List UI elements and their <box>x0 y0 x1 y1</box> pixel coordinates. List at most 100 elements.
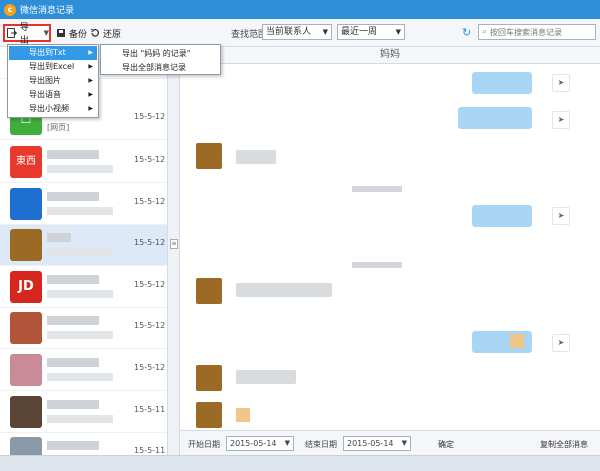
other-message-bubble[interactable] <box>236 283 332 297</box>
contact-row-selected[interactable]: 15-5-12 <box>0 225 167 266</box>
chevron-down-icon: ▼ <box>395 28 401 36</box>
avatar <box>196 143 222 169</box>
contact-name-blurred <box>47 233 71 242</box>
start-date-label: 开始日期 <box>188 440 220 449</box>
search-box[interactable]: ⌕ <box>478 24 596 40</box>
menu-item-export-all-records[interactable]: 导出全部消息记录 <box>102 61 219 74</box>
title-bar: c 微信消息记录 <box>0 0 600 19</box>
contact-name-blurred <box>47 192 99 201</box>
chevron-down-icon: ▼ <box>401 439 407 447</box>
chevron-right-icon: ▶ <box>88 49 93 56</box>
chat-bubble-icon[interactable]: ➤ <box>552 74 570 92</box>
contact-row[interactable]: 15-5-11 <box>0 433 167 455</box>
contact-name-blurred <box>47 358 99 367</box>
contact-preview-blurred <box>47 373 113 381</box>
contact-row[interactable]: 15-5-12 <box>0 350 167 391</box>
contact-date: 15-5-11 <box>134 446 166 455</box>
contact-date: 15-5-12 <box>134 321 166 330</box>
avatar: 東西 <box>10 146 42 178</box>
contact-preview-blurred <box>47 165 113 173</box>
contact-name-blurred <box>47 316 99 325</box>
export-icon <box>7 28 17 38</box>
menu-item-export-voice[interactable]: 导出语音 ▶ <box>9 88 97 102</box>
chat-bubble-icon[interactable]: ➤ <box>552 334 570 352</box>
panel-splitter[interactable]: ≡ <box>168 47 180 455</box>
contact-name-blurred <box>47 441 99 450</box>
contact-date: 15-5-12 <box>134 197 166 206</box>
contact-row[interactable]: 15-5-12 <box>0 184 167 225</box>
refresh-icon[interactable]: ↻ <box>462 27 471 38</box>
avatar <box>10 312 42 344</box>
app-logo-icon: c <box>4 3 16 16</box>
contact-preview-blurred <box>47 415 113 423</box>
avatar <box>196 402 222 428</box>
contact-name-blurred <box>47 400 99 409</box>
contact-scope-select[interactable]: 当前联系人 ▼ <box>262 24 332 40</box>
avatar <box>10 396 42 428</box>
contact-preview-blurred <box>47 290 113 298</box>
export-button[interactable]: 导出 ▼ <box>3 23 51 46</box>
chevron-right-icon: ▶ <box>88 63 93 70</box>
menu-item-export-contact-records[interactable]: 导出 "妈妈 的记录" <box>102 47 219 60</box>
contact-row[interactable]: 15-5-12 <box>0 308 167 349</box>
chat-header: 妈妈 <box>180 47 600 64</box>
restore-button[interactable]: 还原 <box>90 25 121 41</box>
menu-item-label: 导出语音 <box>29 90 61 99</box>
contact-row[interactable]: 東西 15-5-12 <box>0 142 167 183</box>
restore-label: 还原 <box>103 29 122 40</box>
menu-item-export-excel[interactable]: 导出到Excel ▶ <box>9 60 97 74</box>
contact-preview-blurred <box>47 207 113 215</box>
self-message-bubble[interactable] <box>472 205 532 227</box>
menu-item-label: 导出图片 <box>29 76 61 85</box>
export-label: 导出 <box>19 23 29 46</box>
contact-name-blurred <box>47 275 99 284</box>
contact-date: 15-5-11 <box>134 405 166 414</box>
start-date-picker[interactable]: 2015-05-14 ▼ <box>226 436 294 451</box>
contact-preview-blurred <box>47 331 113 339</box>
export-txt-submenu: 导出 "妈妈 的记录" 导出全部消息记录 <box>100 44 221 75</box>
menu-item-label: 导出到Excel <box>29 62 75 71</box>
menu-item-export-video[interactable]: 导出小视频 ▶ <box>9 102 97 116</box>
period-select[interactable]: 最近一周 ▼ <box>337 24 405 40</box>
contact-row[interactable]: JD 15-5-12 <box>0 267 167 308</box>
chevron-right-icon: ▶ <box>88 77 93 84</box>
chevron-right-icon: ▶ <box>88 105 93 112</box>
copy-all-messages-button[interactable]: 复制全部消息 <box>540 439 588 450</box>
chevron-right-icon: ▶ <box>88 91 93 98</box>
contact-date: 15-5-12 <box>134 112 166 121</box>
avatar <box>196 278 222 304</box>
avatar <box>10 229 42 261</box>
backup-icon <box>57 29 65 37</box>
timestamp-separator <box>352 186 402 192</box>
contact-preview: [网页] <box>47 123 70 132</box>
chat-bubble-icon[interactable]: ➤ <box>552 111 570 129</box>
confirm-button[interactable]: 确定 <box>438 439 454 450</box>
search-input[interactable] <box>490 27 587 37</box>
toolbar: 导出 ▼ 备份 还原 查找范围： 当前联系人 ▼ 最近一周 ▼ ↻ ⌕ <box>0 19 600 47</box>
menu-item-export-images[interactable]: 导出图片 ▶ <box>9 74 97 88</box>
timestamp-separator <box>352 262 402 268</box>
contact-row[interactable]: 15-5-11 <box>0 392 167 433</box>
avatar <box>196 365 222 391</box>
menu-item-export-txt[interactable]: 导出到Txt ▶ <box>9 46 97 60</box>
self-message-bubble[interactable] <box>458 107 532 129</box>
other-message-bubble[interactable] <box>236 370 296 384</box>
chat-contact-name: 妈妈 <box>380 49 400 60</box>
splitter-grip-icon[interactable]: ≡ <box>170 239 178 249</box>
image-thumbnail[interactable] <box>510 334 524 348</box>
period-value: 最近一周 <box>341 27 378 37</box>
backup-button[interactable]: 备份 <box>56 25 87 41</box>
chat-area: ➤ ➤ ➤ ➤ <box>180 64 600 430</box>
export-dropdown-menu: 导出到Txt ▶ 导出到Excel ▶ 导出图片 ▶ 导出语音 ▶ 导出小视频 … <box>7 44 99 118</box>
chat-bubble-icon[interactable]: ➤ <box>552 207 570 225</box>
contact-date: 15-5-12 <box>134 363 166 372</box>
image-thumbnail[interactable] <box>236 408 250 422</box>
self-message-bubble[interactable] <box>472 72 532 94</box>
end-date-picker[interactable]: 2015-05-14 ▼ <box>343 436 411 451</box>
start-date-value: 2015-05-14 <box>230 439 277 448</box>
chevron-down-icon[interactable]: ▼ <box>44 29 49 37</box>
restore-icon <box>90 28 100 37</box>
other-message-bubble[interactable] <box>236 150 276 164</box>
avatar: JD <box>10 271 42 303</box>
contact-scope-value: 当前联系人 <box>266 27 312 37</box>
